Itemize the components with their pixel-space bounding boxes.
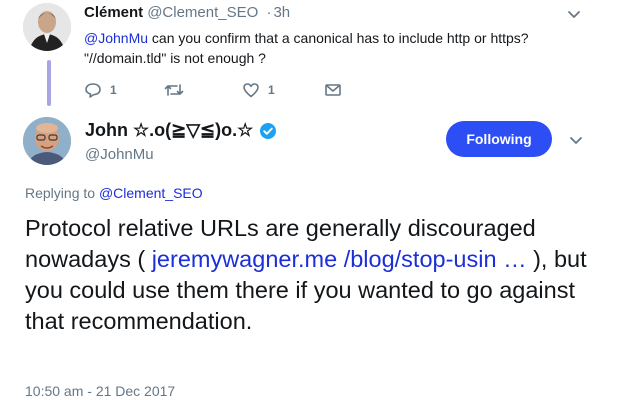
- verified-icon: [259, 122, 277, 140]
- avatar-johnmu[interactable]: [23, 117, 71, 165]
- avatar-clement[interactable]: [23, 3, 71, 51]
- like-count: 1: [268, 83, 275, 97]
- main-author-name-row: John ☆.o(≧▽≦)o.☆: [85, 120, 277, 141]
- replying-to: Replying to @Clement_SEO: [25, 185, 203, 201]
- like-button[interactable]: 1: [242, 81, 324, 99]
- chevron-down-icon[interactable]: [566, 6, 582, 22]
- parent-author-header: Clément @Clement_SEO · 3h: [84, 4, 290, 21]
- parent-tweet-text: @JohnMu can you confirm that a canonical…: [84, 28, 554, 68]
- chevron-down-icon[interactable]: [568, 132, 584, 148]
- mention-link[interactable]: @JohnMu: [84, 30, 148, 46]
- reply-icon: [84, 81, 102, 99]
- retweet-button[interactable]: [164, 81, 242, 99]
- replying-to-mention[interactable]: @Clement_SEO: [99, 185, 203, 201]
- following-button[interactable]: Following: [446, 121, 552, 157]
- main-author-handle[interactable]: @JohnMu: [85, 146, 154, 163]
- article-link[interactable]: jeremywagner.me /blog/stop-usin …: [152, 246, 527, 272]
- parent-text-line2: "//domain.tld" is not enough ?: [84, 50, 266, 66]
- retweet-icon: [164, 81, 184, 99]
- like-icon: [242, 81, 260, 99]
- tweet-timestamp[interactable]: 10:50 am - 21 Dec 2017: [25, 383, 175, 399]
- main-author-name[interactable]: John ☆.o(≧▽≦)o.☆: [85, 120, 253, 141]
- parent-text-line1: can you confirm that a canonical has to …: [148, 30, 529, 46]
- replying-to-label: Replying to: [25, 185, 99, 201]
- reply-button[interactable]: 1: [84, 81, 164, 99]
- parent-author-handle[interactable]: @Clement_SEO: [147, 4, 258, 21]
- message-icon: [324, 82, 342, 98]
- thread-connector-line: [47, 60, 51, 106]
- parent-tweet-time[interactable]: 3h: [273, 4, 290, 21]
- main-tweet-text: Protocol relative URLs are generally dis…: [25, 213, 600, 337]
- reply-count: 1: [110, 83, 117, 97]
- parent-tweet-actions: 1 1: [84, 80, 342, 100]
- direct-message-button[interactable]: [324, 82, 342, 98]
- parent-author-name[interactable]: Clément: [84, 4, 143, 21]
- separator-dot: ·: [266, 4, 272, 21]
